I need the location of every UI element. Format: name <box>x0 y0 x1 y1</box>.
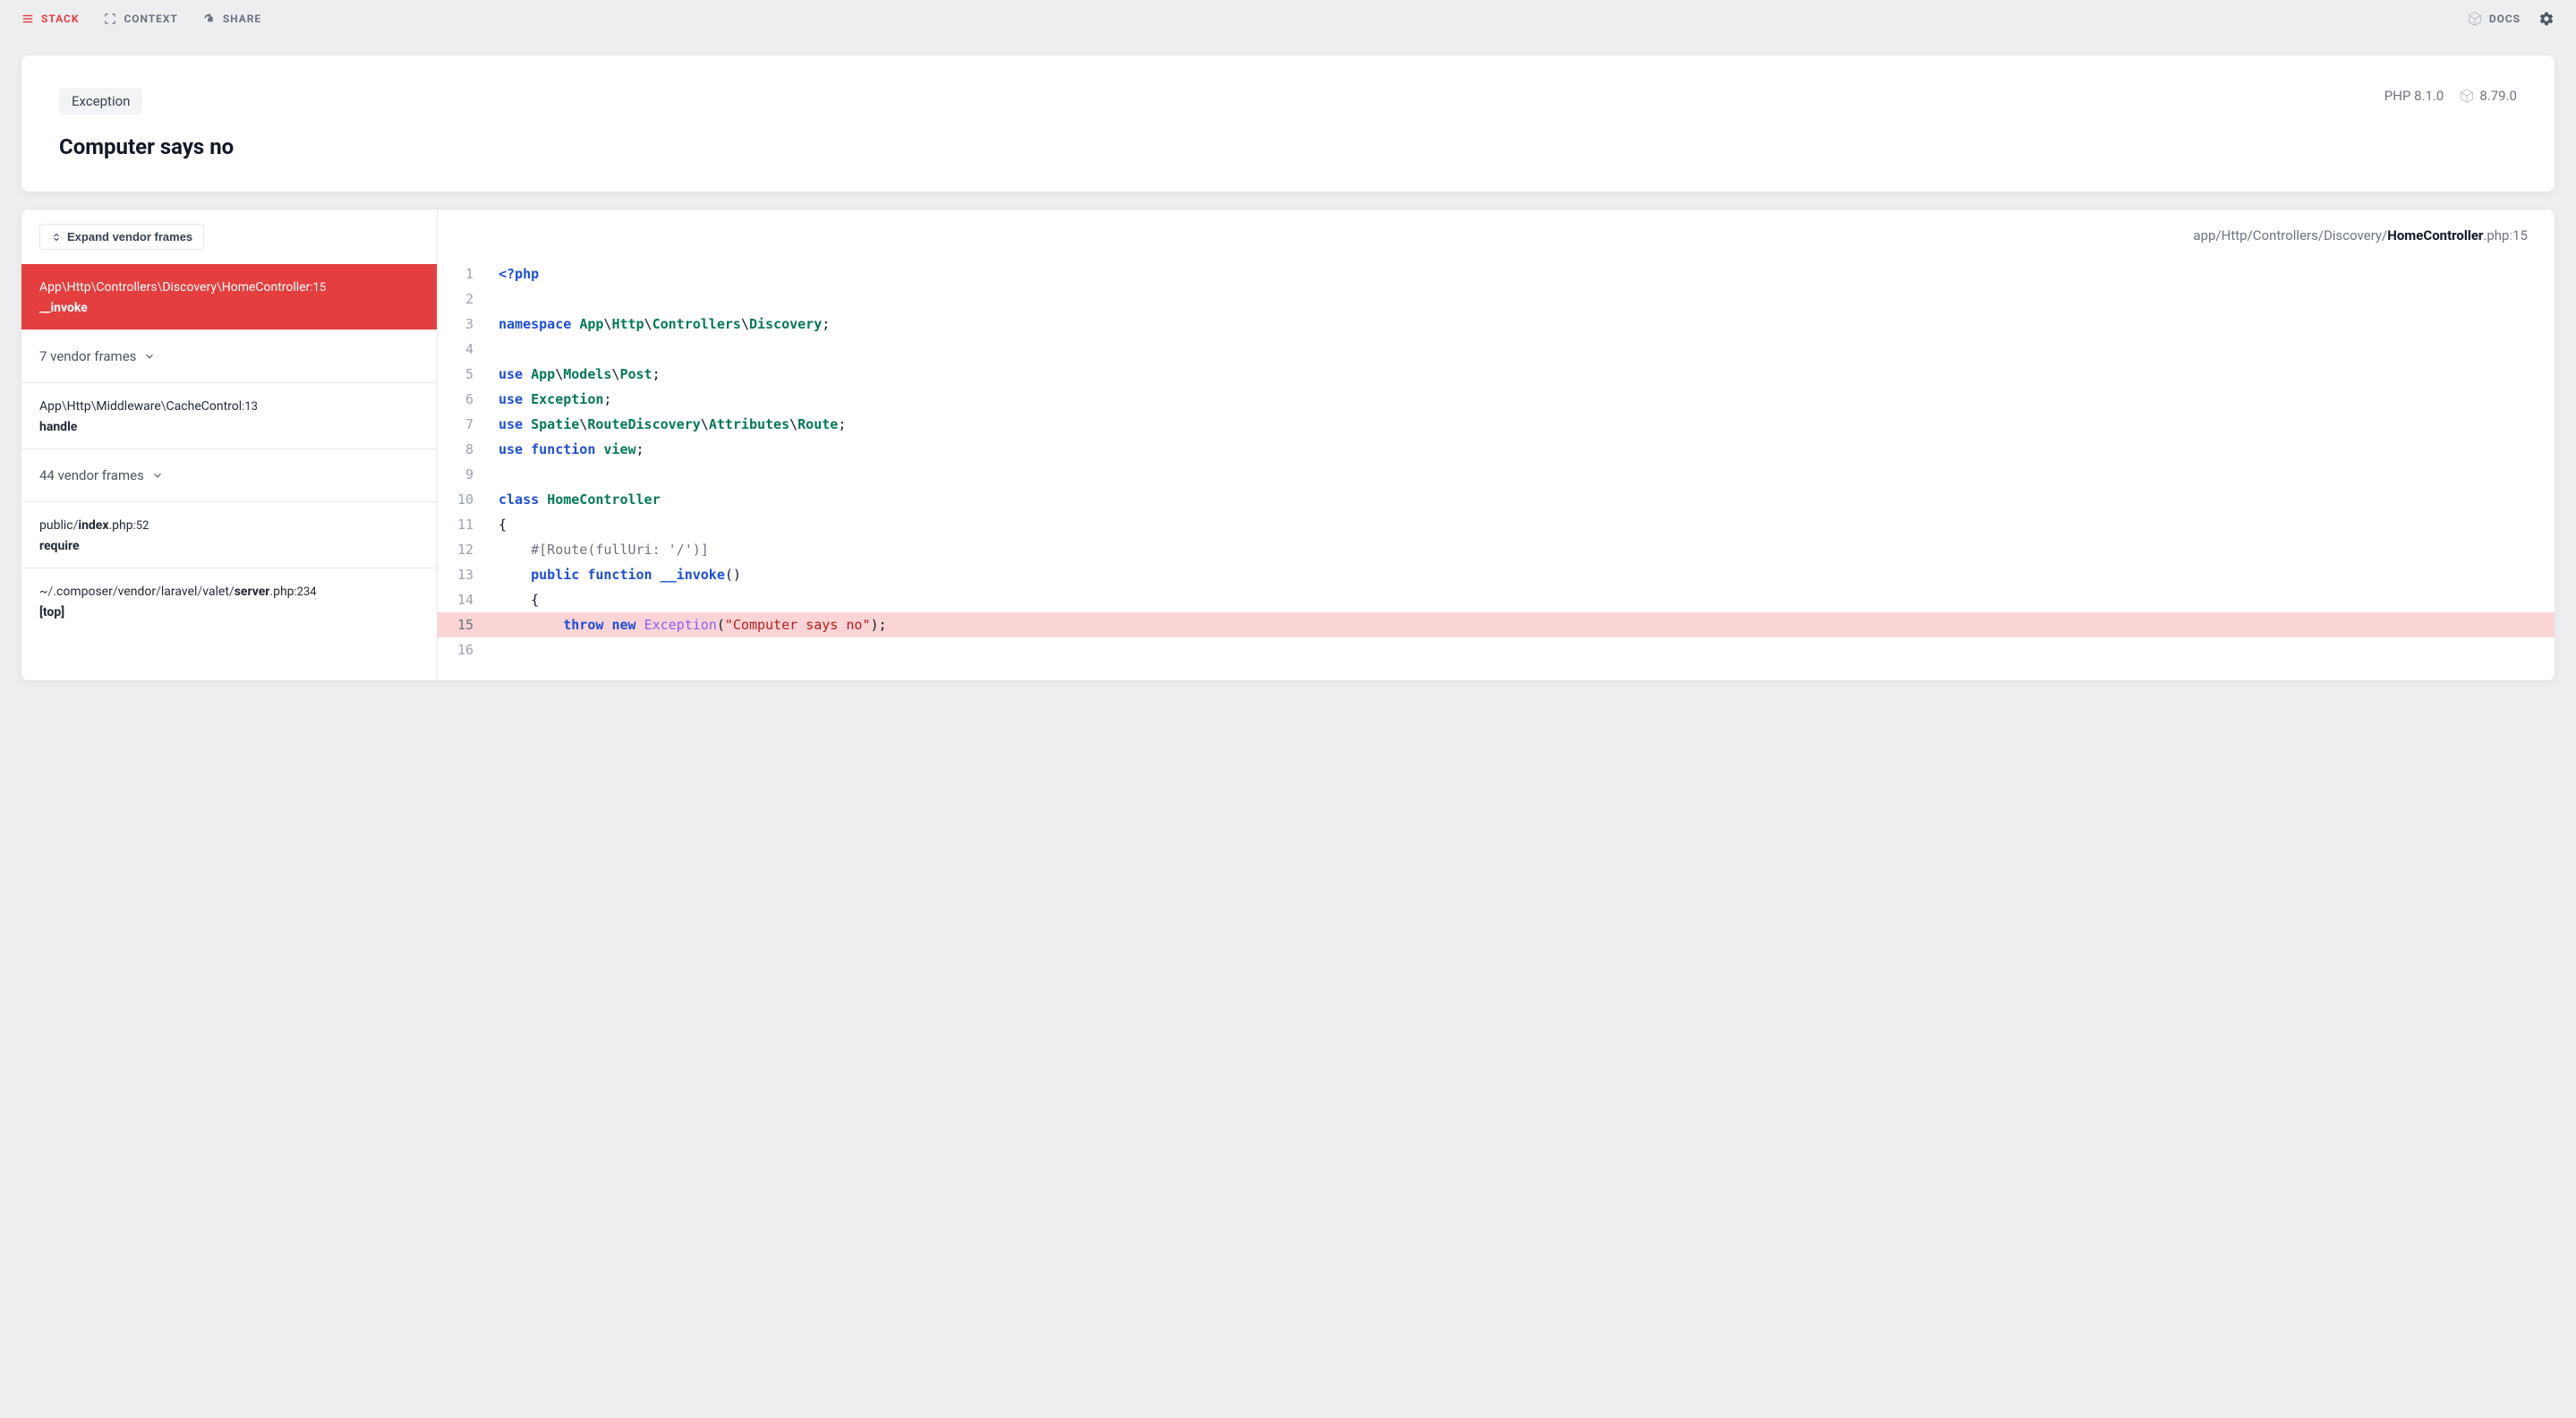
code-line: 3namespace App\Http\Controllers\Discover… <box>438 312 2555 337</box>
code-line: 1<?php <box>438 261 2555 286</box>
frame-method: require <box>39 539 419 553</box>
code-line: 6use Exception; <box>438 387 2555 412</box>
code-line: 14 { <box>438 587 2555 612</box>
code-content: use Exception; <box>488 387 629 412</box>
code-content <box>488 637 525 662</box>
line-number: 6 <box>438 387 488 412</box>
stack-frame[interactable]: ~/.composer/vendor/laravel/valet/server.… <box>21 568 437 634</box>
frame-path: App\Http\Middleware\CacheControl:13 <box>39 397 419 416</box>
chevron-down-icon <box>143 350 156 363</box>
code-line: 4 <box>438 337 2555 362</box>
file-line-number: 15 <box>2512 227 2528 243</box>
code-content: public function __invoke() <box>488 562 759 587</box>
code-content: #[Route(fullUri: '/')] <box>488 537 727 562</box>
code-content <box>488 337 525 362</box>
frame-line-number: :13 <box>242 400 258 414</box>
line-number: 11 <box>438 512 488 537</box>
list-icon <box>21 13 34 25</box>
frame-line-number: :52 <box>133 519 149 533</box>
line-number: 2 <box>438 286 488 312</box>
vendor-frames-label: 44 vendor frames <box>39 467 144 483</box>
code-content: class HomeController <box>488 487 678 512</box>
line-number: 15 <box>438 612 488 637</box>
code-content: namespace App\Http\Controllers\Discovery… <box>488 312 848 337</box>
stack-frame[interactable]: App\Http\Controllers\Discovery\HomeContr… <box>21 264 437 329</box>
code-viewer: 1<?php2 3namespace App\Http\Controllers\… <box>438 252 2555 680</box>
line-number: 16 <box>438 637 488 662</box>
code-line: 2 <box>438 286 2555 312</box>
code-content <box>488 462 525 487</box>
frame-method: __invoke <box>39 301 419 315</box>
stack-frames-sidebar: Expand vendor frames App\Http\Controller… <box>21 209 438 680</box>
share-icon <box>203 13 216 25</box>
code-line: 8use function view; <box>438 437 2555 462</box>
vendor-frames-label: 7 vendor frames <box>39 348 136 364</box>
code-line: 9 <box>438 462 2555 487</box>
frame-path: ~/.composer/vendor/laravel/valet/server.… <box>39 583 419 602</box>
code-content: use App\Models\Post; <box>488 362 678 387</box>
vendor-frames-toggle[interactable]: 44 vendor frames <box>21 448 437 501</box>
code-content: { <box>488 587 557 612</box>
expand-icon <box>104 13 116 25</box>
line-number: 8 <box>438 437 488 462</box>
code-line: 11{ <box>438 512 2555 537</box>
code-content: <?php <box>488 261 557 286</box>
sort-icon <box>51 232 62 243</box>
laravel-version: 8.79.0 <box>2479 88 2517 104</box>
nav-stack-label: STACK <box>41 13 79 25</box>
line-number: 12 <box>438 537 488 562</box>
frame-line-number: :234 <box>294 585 317 599</box>
code-content: use function view; <box>488 437 662 462</box>
nav-docs-label: DOCS <box>2489 13 2521 25</box>
frame-method: [top] <box>39 605 419 619</box>
nav-stack[interactable]: STACK <box>21 13 79 25</box>
nav-context[interactable]: CONTEXT <box>104 13 177 25</box>
line-number: 4 <box>438 337 488 362</box>
nav-share[interactable]: SHARE <box>203 13 261 25</box>
code-line: 12 #[Route(fullUri: '/')] <box>438 537 2555 562</box>
code-content: use Spatie\RouteDiscovery\Attributes\Rou… <box>488 412 864 437</box>
laravel-icon <box>2460 89 2474 103</box>
frame-path: public/index.php:52 <box>39 517 419 535</box>
laravel-icon <box>2468 12 2482 26</box>
code-content: { <box>488 512 525 537</box>
stack-frame[interactable]: App\Http\Middleware\CacheControl:13 handl… <box>21 382 437 448</box>
vendor-frames-toggle[interactable]: 7 vendor frames <box>21 329 437 382</box>
line-number: 13 <box>438 562 488 587</box>
line-number: 10 <box>438 487 488 512</box>
stack-frame[interactable]: public/index.php:52 require <box>21 501 437 568</box>
gear-icon[interactable] <box>2538 11 2555 27</box>
code-line: 10class HomeController <box>438 487 2555 512</box>
line-number: 1 <box>438 261 488 286</box>
nav-context-label: CONTEXT <box>124 13 177 25</box>
code-line: 5use App\Models\Post; <box>438 362 2555 387</box>
nav-share-label: SHARE <box>223 13 261 25</box>
frame-method: handle <box>39 420 419 434</box>
line-number: 5 <box>438 362 488 387</box>
chevron-down-icon <box>151 469 164 482</box>
file-breadcrumb: app/Http/Controllers/Discovery/HomeContr… <box>438 209 2555 252</box>
expand-vendor-frames-button[interactable]: Expand vendor frames <box>39 224 204 250</box>
exception-title: Computer says no <box>59 134 234 159</box>
php-version: PHP 8.1.0 <box>2384 88 2444 104</box>
code-line: 13 public function __invoke() <box>438 562 2555 587</box>
nav-docs[interactable]: DOCS <box>2468 12 2521 26</box>
code-line: 16 <box>438 637 2555 662</box>
line-number: 14 <box>438 587 488 612</box>
code-line: 7use Spatie\RouteDiscovery\Attributes\Ro… <box>438 412 2555 437</box>
code-line: 15 throw new Exception("Computer says no… <box>438 612 2555 637</box>
frame-path: App\Http\Controllers\Discovery\HomeContr… <box>39 278 419 297</box>
line-number: 3 <box>438 312 488 337</box>
code-content <box>488 286 525 312</box>
code-content: throw new Exception("Computer says no"); <box>488 612 905 637</box>
expand-vendor-frames-label: Expand vendor frames <box>67 230 192 243</box>
exception-pill: Exception <box>59 88 142 115</box>
line-number: 9 <box>438 462 488 487</box>
line-number: 7 <box>438 412 488 437</box>
frame-line-number: :15 <box>310 281 326 295</box>
exception-card: Exception Computer says no PHP 8.1.0 8.7… <box>21 56 2555 192</box>
